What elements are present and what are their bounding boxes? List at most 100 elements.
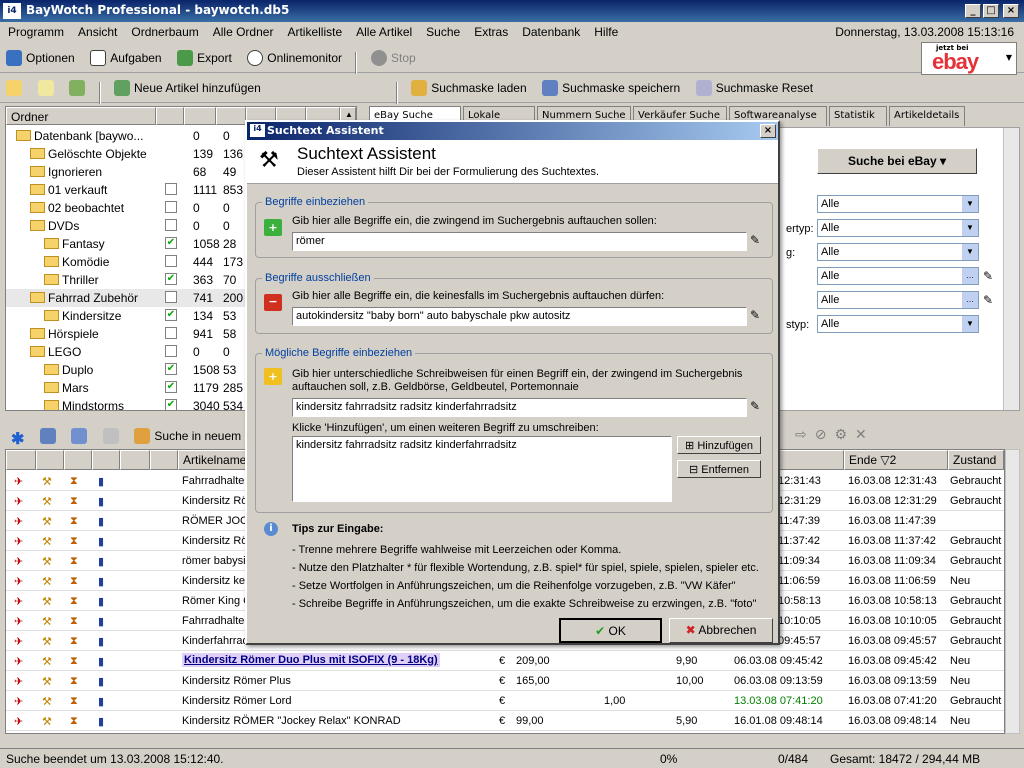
tree-item-checkbox[interactable]: [165, 255, 177, 267]
col-ende[interactable]: Ende ▽2: [844, 450, 948, 470]
grid-button[interactable]: [97, 424, 125, 448]
tab[interactable]: Artikeldetails: [889, 106, 965, 126]
menu-artikelliste[interactable]: Artikelliste: [279, 22, 348, 39]
tree-item-checkbox[interactable]: ✔: [165, 381, 177, 393]
exclude-input[interactable]: autokindersitz "baby born" auto babyscha…: [292, 307, 747, 326]
menu-programm[interactable]: Programm: [0, 22, 70, 39]
tree-item-checkbox[interactable]: [165, 327, 177, 339]
remove-button[interactable]: ⊟ Entfernen: [677, 460, 761, 478]
select-3[interactable]: Alle ▼: [817, 243, 979, 261]
menu-alle-ordner[interactable]: Alle Ordner: [205, 22, 280, 39]
select-4[interactable]: Alle…: [817, 267, 979, 285]
eraser-icon[interactable]: ✎: [983, 269, 993, 283]
onlinemonitor-button[interactable]: Onlinemonitor: [241, 46, 348, 70]
include-input[interactable]: römer: [292, 232, 747, 251]
tree-item-checkbox[interactable]: ✔: [165, 309, 177, 321]
tree-item-checkbox[interactable]: [165, 345, 177, 357]
cell-state: Gebraucht: [950, 615, 1002, 627]
copy-button[interactable]: [34, 424, 62, 448]
tree-item-text: Fantasy: [62, 237, 105, 251]
stop-button[interactable]: Stop: [365, 46, 422, 70]
ok-label: OK: [608, 624, 626, 638]
menu-ordnerbaum[interactable]: Ordnerbaum: [123, 22, 204, 39]
search-ebay-button[interactable]: Suche bei eBay ▾: [817, 148, 977, 174]
tree-button[interactable]: [63, 76, 91, 100]
tree-item-checkbox[interactable]: [165, 183, 177, 195]
folder-icon: [16, 130, 31, 141]
save-mask-button[interactable]: Suchmaske speichern: [536, 76, 686, 100]
chevron-down-icon[interactable]: ▼: [1006, 53, 1012, 62]
tree-header-count-icon[interactable]: [156, 107, 184, 125]
tab[interactable]: Statistik: [829, 106, 887, 126]
add-button[interactable]: ⊞ Hinzufügen: [677, 436, 761, 454]
menu-suche[interactable]: Suche: [418, 22, 466, 39]
asterisk-button[interactable]: ✱: [5, 427, 30, 451]
tree-header-hammer-icon[interactable]: [216, 107, 246, 125]
cell-cur: €: [499, 655, 506, 667]
table-row[interactable]: ✈ ⚒ ⧗ ▮ Kindersitz Römer Plus €165,00 10,00 06.…: [6, 671, 1004, 691]
add-articles-button[interactable]: Neue Artikel hinzufügen: [108, 76, 267, 100]
col-tree-icon[interactable]: [150, 450, 178, 470]
tree-item-checkbox[interactable]: ✔: [165, 399, 177, 410]
select-6[interactable]: Alle ▼: [817, 315, 979, 333]
eraser-icon[interactable]: ✎: [750, 308, 760, 322]
col-gavel-icon[interactable]: [36, 450, 64, 470]
add-icon: [114, 80, 130, 96]
menu-alle-artikel[interactable]: Alle Artikel: [348, 22, 418, 39]
col-eye-icon[interactable]: [92, 450, 120, 470]
check-button[interactable]: [32, 76, 60, 100]
list-scrollbar[interactable]: [1005, 449, 1020, 734]
dialog-close-button[interactable]: ×: [760, 124, 776, 138]
stop-icon: [370, 50, 387, 66]
ebay-badge[interactable]: jetzt bei ebay ▼: [921, 42, 1017, 75]
move-button[interactable]: [65, 424, 93, 448]
tasks-button[interactable]: Aufgaben: [84, 46, 167, 70]
load-mask-button[interactable]: Suchmaske laden: [405, 76, 532, 100]
export-button[interactable]: Export: [171, 46, 238, 70]
tree-item-text: Mars: [62, 381, 89, 395]
optional-list[interactable]: kindersitz fahrradsitz radsitz kinderfah…: [292, 436, 672, 502]
optional-input[interactable]: kindersitz fahrradsitz radsitz kinderfah…: [292, 398, 747, 417]
reset-mask-button[interactable]: Suchmaske Reset: [690, 76, 819, 100]
options-button[interactable]: Optionen: [0, 46, 81, 70]
tree-item-checkbox[interactable]: ✔: [165, 237, 177, 249]
col-check-icon[interactable]: [64, 450, 92, 470]
cell-time: 10:10:05: [778, 615, 821, 627]
ok-button[interactable]: ✔ OK: [559, 618, 662, 643]
cancel-button[interactable]: ✖ Abbrechen: [669, 618, 773, 643]
col-zustand[interactable]: Zustand: [948, 450, 1004, 470]
menu-extras[interactable]: Extras: [466, 22, 514, 39]
select-2[interactable]: Alle ▼: [817, 219, 979, 237]
table-row[interactable]: ✈ ⚒ ⧗ ▮ Kindersitz Römer Duo Plus mit ISOFIX…: [6, 651, 1004, 671]
tree-item-checkbox[interactable]: [165, 219, 177, 231]
hourglass-icon: ⧗: [70, 675, 78, 687]
eraser-icon[interactable]: ✎: [750, 399, 760, 413]
col-image-icon[interactable]: [120, 450, 150, 470]
tree-item-checkbox[interactable]: [165, 291, 177, 303]
folder-button[interactable]: [0, 76, 28, 100]
maximize-button[interactable]: □: [983, 4, 999, 18]
optional-text-2: auftauchen soll, z.B. Geldbörse, Geldbeu…: [292, 381, 579, 393]
gavel-icon: ⚒: [42, 616, 52, 628]
table-row[interactable]: ✈ ⚒ ⧗ ▮ Kindersitz Römer Lord €1,00 13.03.08 0…: [6, 691, 1004, 711]
menu-ansicht[interactable]: Ansicht: [70, 22, 123, 39]
select-5[interactable]: Alle…: [817, 291, 979, 309]
tree-count-1: 741: [193, 291, 214, 305]
tree-header-save-icon[interactable]: [184, 107, 216, 125]
close-button[interactable]: ×: [1003, 4, 1019, 18]
select-1[interactable]: Alle ▼: [817, 195, 979, 213]
minimize-button[interactable]: _: [965, 4, 981, 18]
table-row[interactable]: ✈ ⚒ ⧗ ▮ Kindersitz RÖMER "Jockey Relax" KONR…: [6, 711, 1004, 731]
vertical-scrollbar[interactable]: [1003, 128, 1019, 410]
tree-item-checkbox[interactable]: ✔: [165, 363, 177, 375]
tree-item-checkbox[interactable]: [165, 201, 177, 213]
folder-icon: [44, 310, 59, 321]
col-hammer-icon[interactable]: [6, 450, 36, 470]
tree-header-ordner[interactable]: Ordner: [6, 107, 156, 125]
eraser-icon[interactable]: ✎: [750, 233, 760, 247]
tree-item-checkbox[interactable]: ✔: [165, 273, 177, 285]
optional-list-item[interactable]: kindersitz fahrradsitz radsitz kinderfah…: [296, 439, 668, 451]
menu-datenbank[interactable]: Datenbank: [514, 22, 586, 39]
menu-hilfe[interactable]: Hilfe: [586, 22, 624, 39]
eraser-icon[interactable]: ✎: [983, 293, 993, 307]
